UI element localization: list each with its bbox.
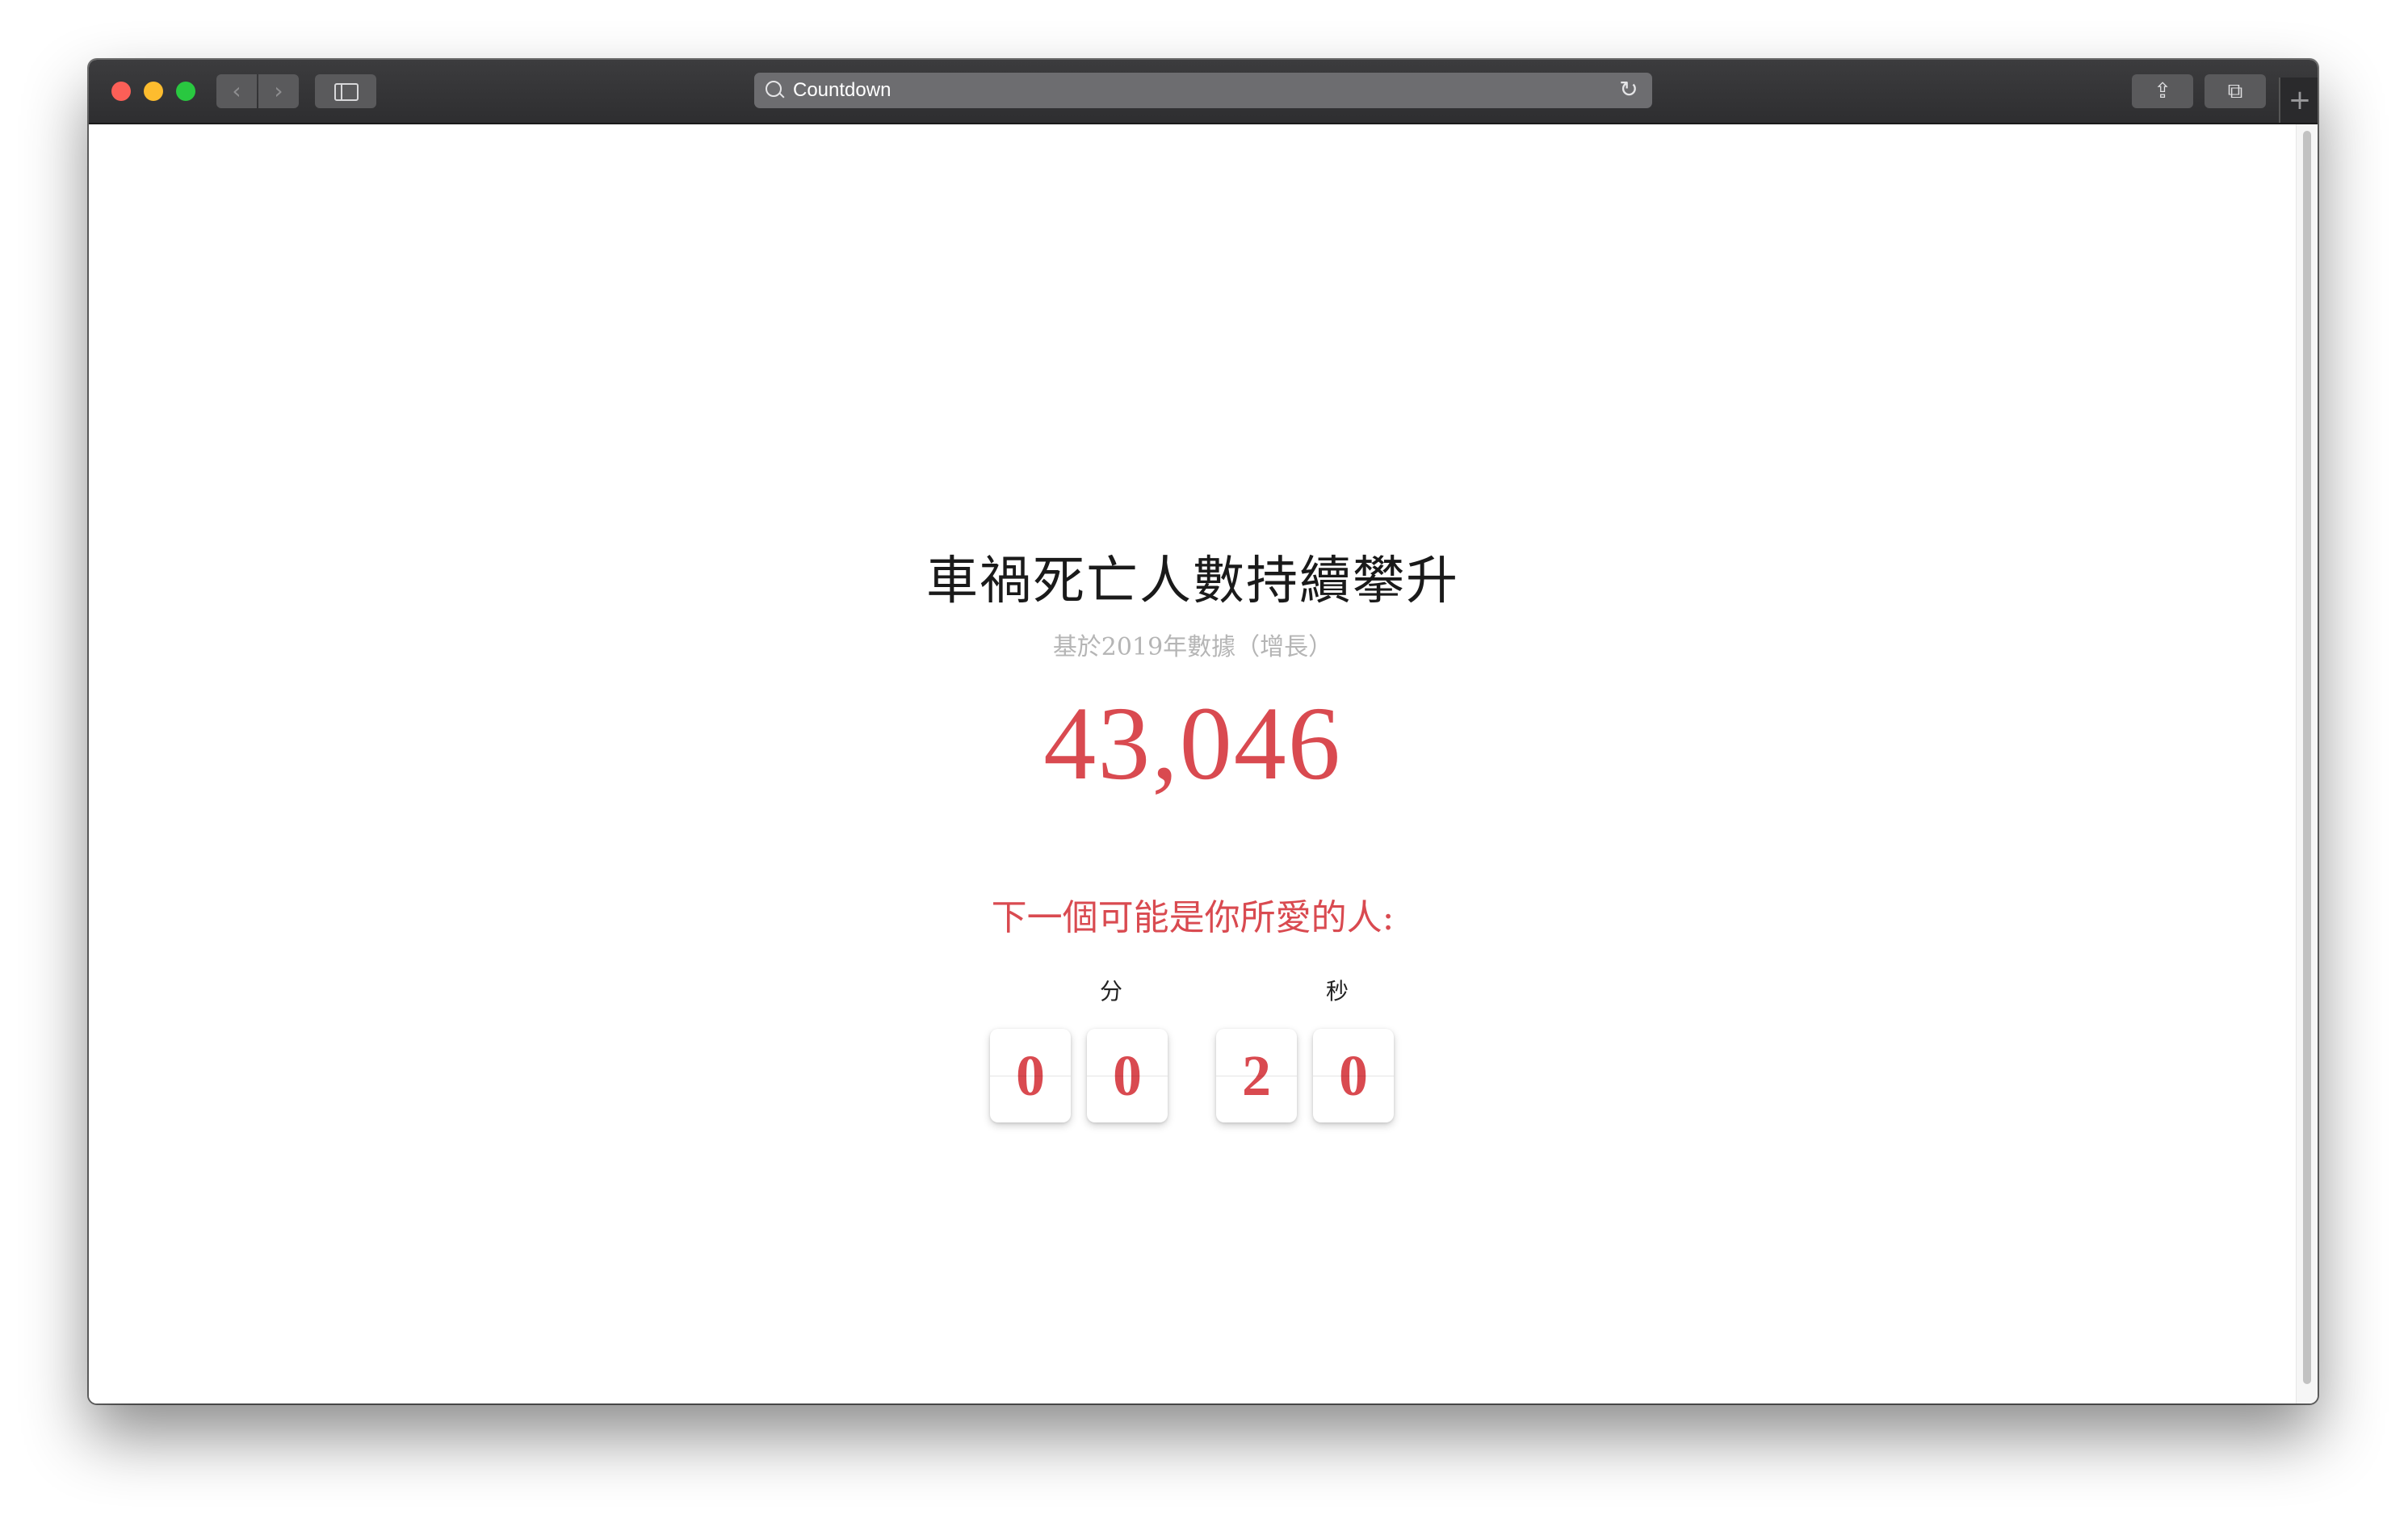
chevron-right-icon: ›: [274, 78, 283, 104]
minutes-label: 分: [1099, 978, 1122, 1005]
seconds-label: 秒: [1325, 978, 1349, 1005]
reload-icon[interactable]: ↻: [1617, 78, 1641, 102]
tabs-overview-icon: ⧉: [2227, 79, 2243, 103]
minutes-digit: 0: [990, 1029, 1071, 1122]
close-window-button[interactable]: [111, 82, 131, 101]
page-title: 車禍死亡人數持續攀升: [926, 552, 1459, 611]
new-tab-button[interactable]: +: [2279, 78, 2318, 123]
page-content: 車禍死亡人數持續攀升 基於2019年數據（增長） 43,046 下一個可能是你所…: [89, 124, 2297, 1403]
browser-toolbar: ‹ › Countdown ↻ ⇪ ⧉ +: [89, 60, 2318, 124]
search-icon: [766, 81, 782, 97]
minimize-window-button[interactable]: [144, 82, 163, 101]
plus-icon: +: [2288, 84, 2312, 116]
sidebar-toggle-button[interactable]: [315, 74, 376, 108]
maximize-window-button[interactable]: [176, 82, 195, 101]
seconds-digit: 2: [1216, 1029, 1297, 1122]
share-icon: ⇪: [2154, 79, 2171, 103]
share-button[interactable]: ⇪: [2132, 74, 2193, 108]
chevron-left-icon: ‹: [232, 78, 241, 104]
browser-window: ‹ › Countdown ↻ ⇪ ⧉ + 車禍死亡人數持續攀升 基於2019年…: [89, 60, 2318, 1403]
scrollbar-thumb[interactable]: [2303, 131, 2311, 1384]
death-count: 43,046: [1043, 686, 1342, 802]
sidebar-icon: [334, 83, 359, 101]
back-button[interactable]: ‹: [216, 74, 257, 108]
address-bar[interactable]: Countdown ↻: [754, 73, 1652, 108]
address-bar-text[interactable]: Countdown: [793, 73, 891, 108]
forward-button[interactable]: ›: [258, 74, 299, 108]
tabs-overview-button[interactable]: ⧉: [2205, 74, 2266, 108]
next-victim-text: 下一個可能是你所愛的人:: [991, 897, 1395, 938]
minutes-digit: 0: [1087, 1029, 1168, 1122]
seconds-digit: 0: [1313, 1029, 1394, 1122]
vertical-scrollbar[interactable]: [2296, 124, 2318, 1403]
page-subtitle: 基於2019年數據（增長）: [1052, 633, 1333, 661]
